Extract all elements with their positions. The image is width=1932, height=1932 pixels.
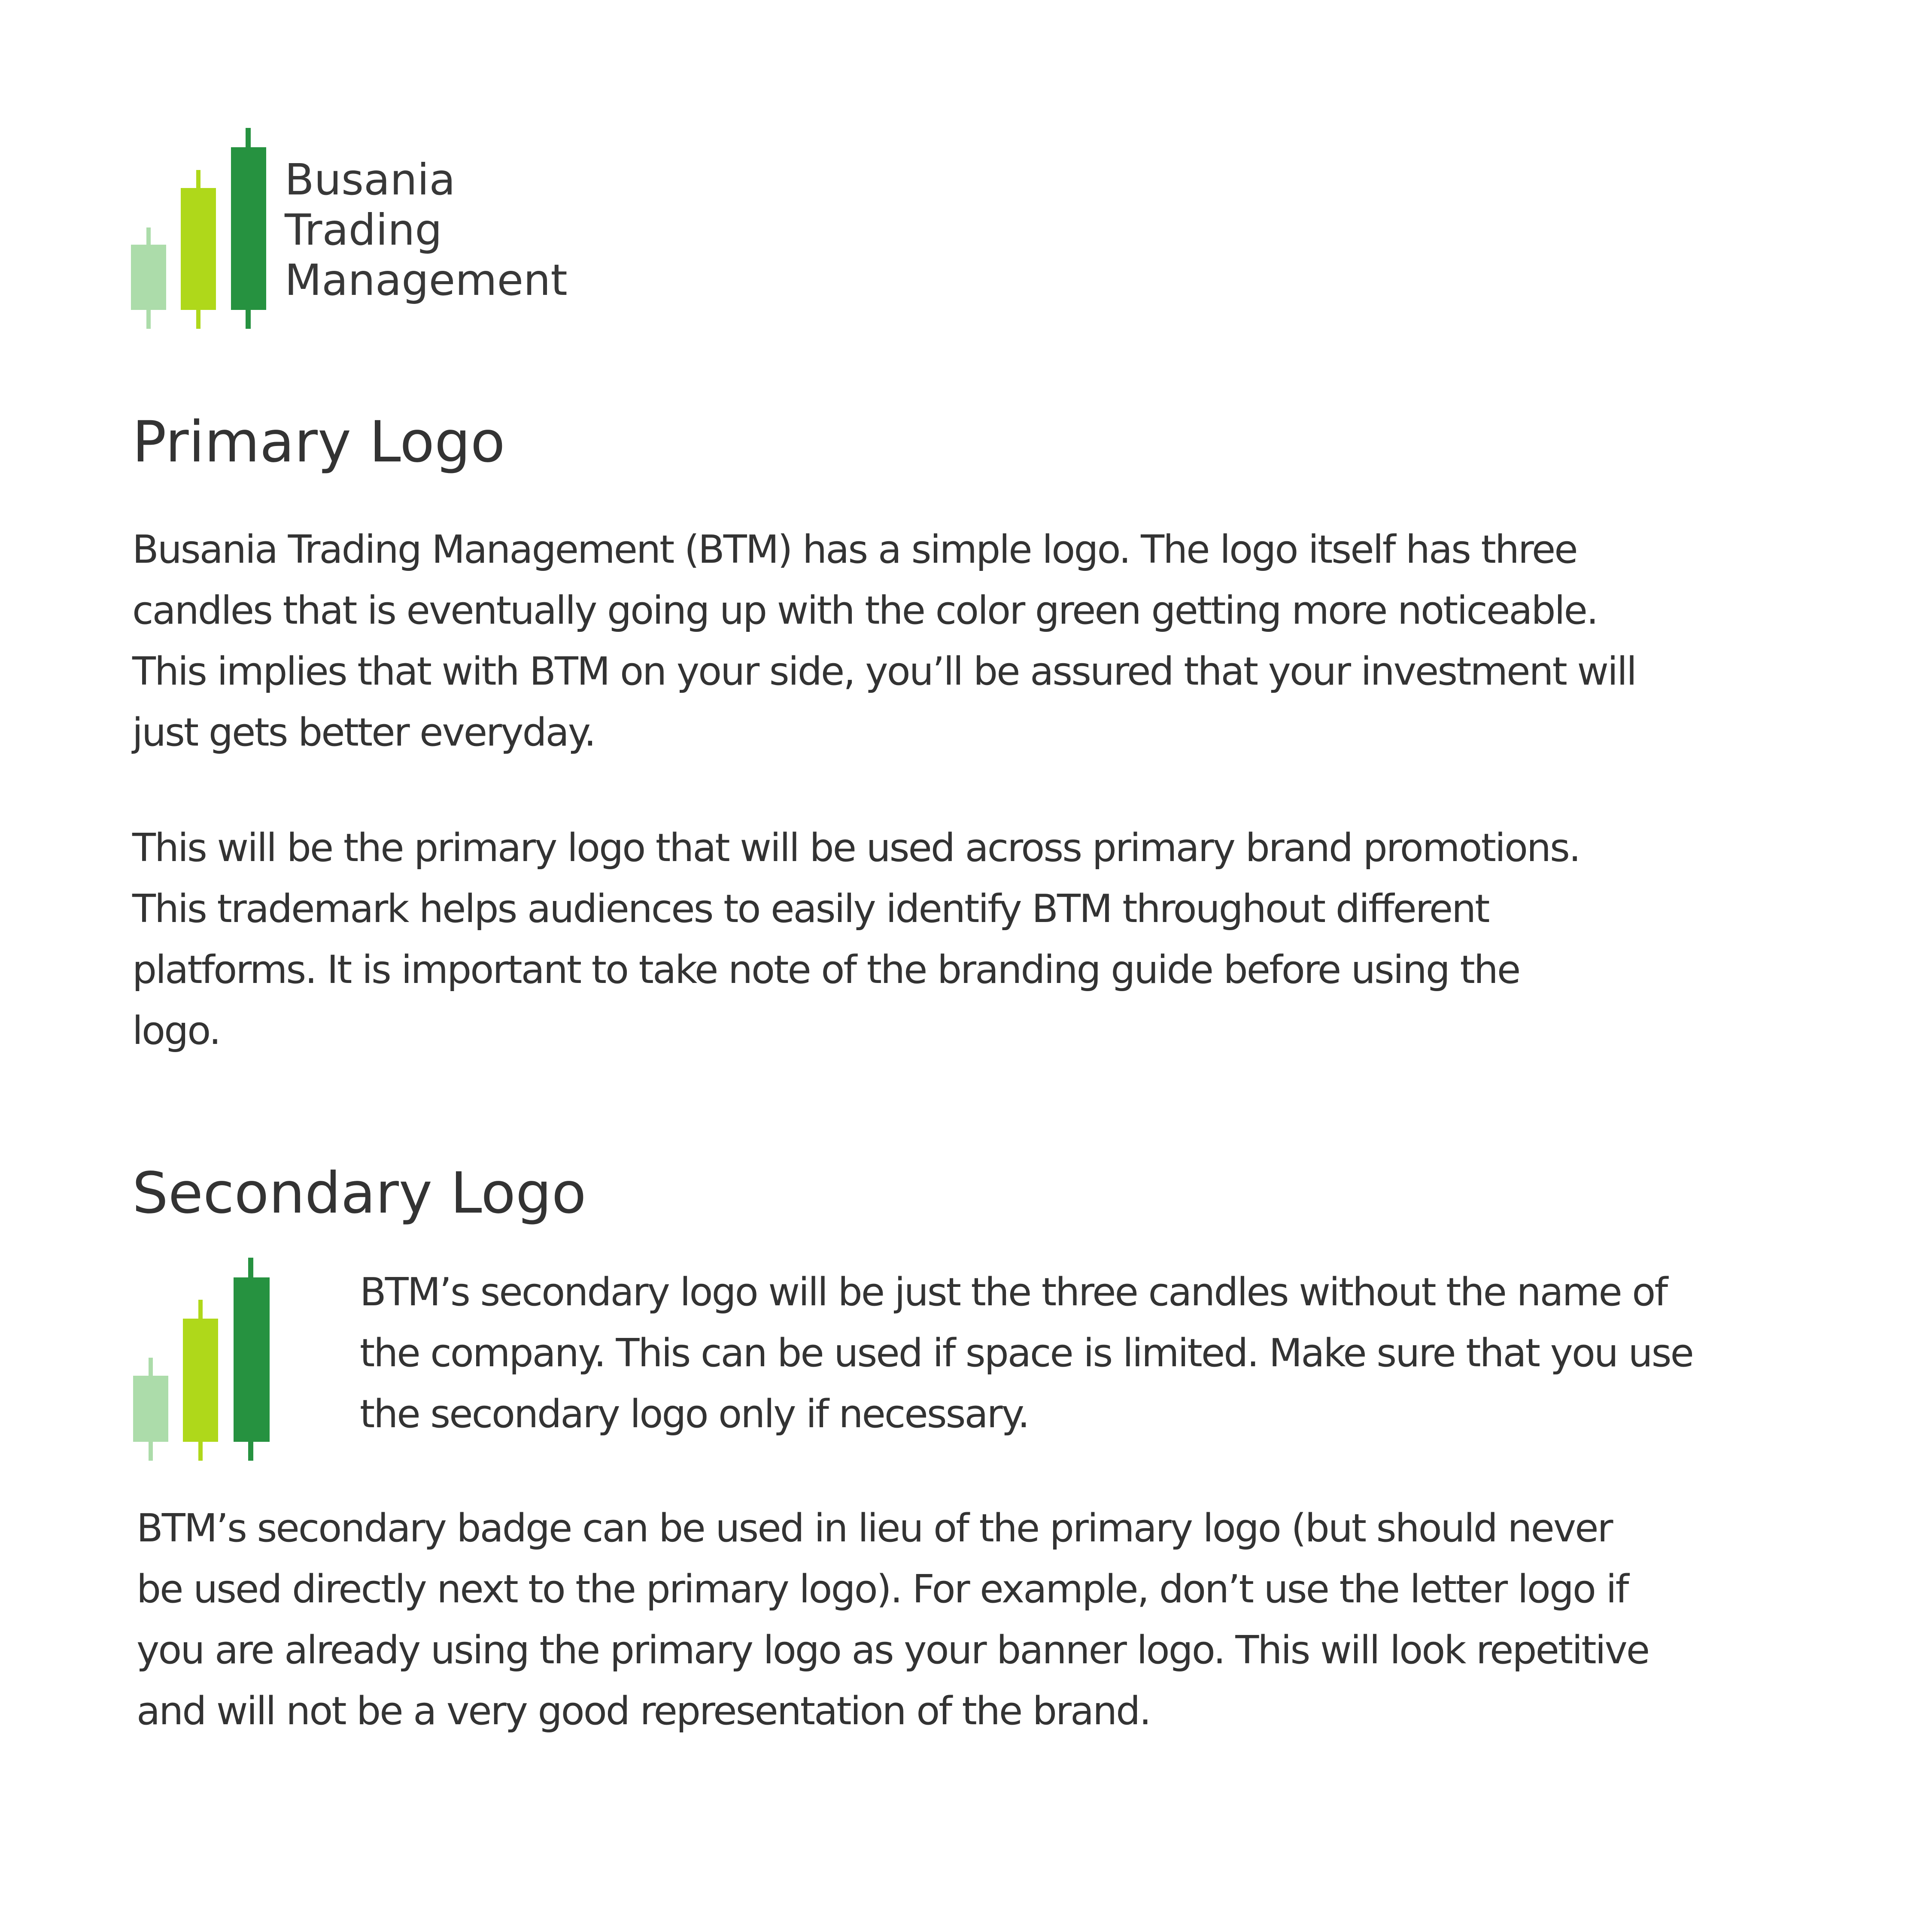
text-line: candles that is eventually going up with… bbox=[132, 588, 1598, 633]
text-line: you are already using the primary logo a… bbox=[137, 1628, 1650, 1673]
candle-lime bbox=[181, 170, 216, 329]
text-line: and will not be a very good representati… bbox=[137, 1689, 1151, 1734]
primary-logo-paragraph-1: Busania Trading Management (BTM) has a s… bbox=[132, 519, 1637, 763]
candle-lime bbox=[183, 1300, 218, 1461]
text-line: This trademark helps audiences to easily… bbox=[132, 886, 1490, 931]
primary-logo: Busania Trading Management bbox=[131, 128, 603, 330]
brand-name: Busania Trading Management bbox=[285, 155, 568, 305]
text-line: logo. bbox=[132, 1008, 221, 1053]
secondary-logo bbox=[133, 1258, 275, 1462]
primary-logo-paragraph-2: This will be the primary logo that will … bbox=[132, 818, 1581, 1062]
text-line: the secondary logo only if necessary. bbox=[360, 1392, 1030, 1437]
candles-icon bbox=[133, 1258, 270, 1461]
text-line: just gets better everyday. bbox=[132, 710, 596, 755]
text-line: the company. This can be used if space i… bbox=[360, 1331, 1694, 1376]
secondary-logo-title: Secondary Logo bbox=[132, 1160, 586, 1226]
brand-name-line-2: Trading bbox=[285, 205, 442, 255]
brand-name-line-3: Management bbox=[285, 255, 568, 305]
candle-dark bbox=[231, 128, 266, 329]
candle-light bbox=[131, 227, 166, 329]
text-line: This will be the primary logo that will … bbox=[132, 825, 1581, 870]
text-line: BTM’s secondary badge can be used in lie… bbox=[137, 1506, 1613, 1551]
candle-light bbox=[133, 1358, 168, 1461]
secondary-logo-paragraph-1: BTM’s secondary logo will be just the th… bbox=[360, 1262, 1694, 1445]
text-line: be used directly next to the primary log… bbox=[137, 1567, 1629, 1612]
secondary-logo-paragraph-2: BTM’s secondary badge can be used in lie… bbox=[137, 1498, 1650, 1742]
candles-logo-icon bbox=[131, 128, 266, 329]
text-line: Busania Trading Management (BTM) has a s… bbox=[132, 527, 1578, 572]
text-line: BTM’s secondary logo will be just the th… bbox=[360, 1270, 1668, 1315]
brand-name-line-1: Busania bbox=[285, 155, 456, 205]
text-line: platforms. It is important to take note … bbox=[132, 947, 1521, 992]
primary-logo-title: Primary Logo bbox=[132, 409, 505, 475]
text-line: This implies that with BTM on your side,… bbox=[132, 649, 1637, 694]
candle-dark bbox=[234, 1258, 270, 1461]
